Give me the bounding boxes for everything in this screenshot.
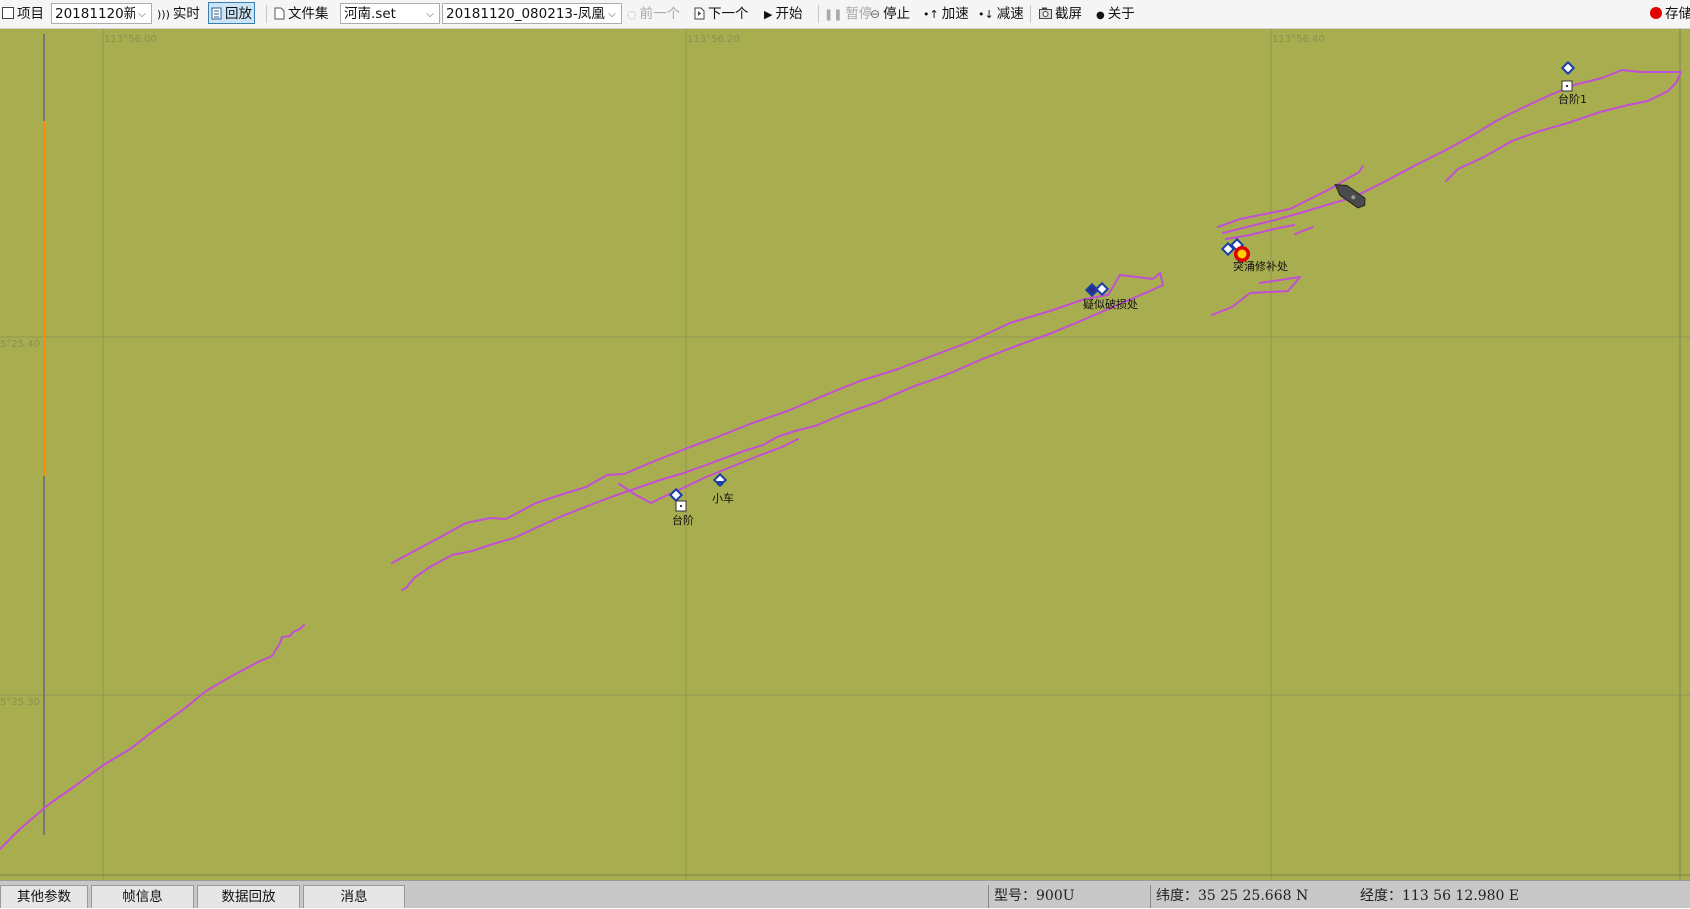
- speedup-button[interactable]: •↑ 加速: [923, 0, 969, 28]
- marker-repair[interactable]: 突涌修补处: [1220, 237, 1288, 273]
- playback-button[interactable]: 回放: [208, 2, 255, 24]
- lon-label: 113°56.20: [687, 34, 740, 45]
- screenshot-button[interactable]: 截屏: [1039, 0, 1082, 28]
- marker-step1[interactable]: 台阶1: [1558, 60, 1587, 106]
- prev-label: 前一个: [639, 6, 681, 22]
- map-view[interactable]: 113°56.00 113°56.20 113°56.40 5°25.40 5°…: [0, 29, 1690, 880]
- stop-icon: ⊖: [870, 7, 881, 21]
- set-select-value: 河南.set: [344, 6, 396, 22]
- camera-icon: [1039, 0, 1052, 28]
- marker-label: 台阶: [672, 513, 694, 527]
- prev-button[interactable]: ◌ 前一个: [627, 0, 680, 28]
- marker-label: 疑似破损处: [1083, 297, 1138, 311]
- statusbar: 其他参数 帧信息 数据回放 消息 型号：900U 纬度：35 25 25.668…: [0, 880, 1690, 908]
- marker-step[interactable]: 台阶: [668, 487, 694, 527]
- save-label: 存储: [1665, 6, 1690, 22]
- pause-label: 暂停: [845, 6, 873, 22]
- prev-icon: ◌: [627, 8, 637, 21]
- save-button[interactable]: 存储: [1650, 0, 1690, 28]
- file-icon: [274, 0, 285, 28]
- play-icon: ▶: [764, 8, 773, 21]
- toolbar: 项目 20181120新 ⌵ ))) 实时 回放 文件集 河南.set ⌵ 20…: [0, 0, 1690, 29]
- chevron-down-icon: ⌵: [605, 4, 619, 23]
- arrow-down-icon: •↓: [978, 8, 994, 21]
- marker-cart[interactable]: 小车: [712, 472, 734, 505]
- tab-other-params[interactable]: 其他参数: [0, 885, 88, 908]
- realtime-label: 实时: [172, 6, 200, 22]
- vessel-icon[interactable]: [1332, 180, 1368, 210]
- project-checkbox[interactable]: 项目: [2, 0, 44, 28]
- next-button[interactable]: 下一个: [694, 0, 749, 28]
- marker-label: 台阶1: [1558, 92, 1587, 106]
- map-grid: [0, 29, 1690, 880]
- tab-messages[interactable]: 消息: [303, 885, 405, 908]
- arrow-up-icon: •↑: [923, 8, 939, 21]
- about-button[interactable]: ● 关于: [1096, 0, 1135, 28]
- slowdown-button[interactable]: •↓ 减速: [978, 0, 1024, 28]
- document-icon: [211, 3, 222, 25]
- lat-label: 5°25.40: [0, 339, 40, 350]
- file-select[interactable]: 20181120_080213-凤凰l ⌵: [442, 3, 622, 24]
- start-button[interactable]: ▶ 开始: [764, 0, 802, 28]
- status-divider: [988, 885, 989, 908]
- playback-label: 回放: [225, 6, 252, 22]
- marker-label: 突涌修补处: [1233, 259, 1288, 273]
- project-select[interactable]: 20181120新 ⌵: [51, 3, 152, 24]
- next-icon: [694, 0, 705, 28]
- tab-data-playback[interactable]: 数据回放: [197, 885, 300, 908]
- pause-icon: ❚❚: [824, 8, 843, 21]
- status-divider: [1150, 885, 1151, 908]
- toolbar-separator: [1030, 5, 1031, 23]
- project-label: 项目: [17, 6, 44, 22]
- project-select-value: 20181120新: [55, 6, 138, 22]
- about-label: 关于: [1107, 6, 1135, 22]
- status-model: 型号：900U: [994, 888, 1075, 904]
- marker-suspect[interactable]: 疑似破损处: [1083, 281, 1138, 311]
- record-icon: [1650, 7, 1662, 19]
- realtime-button[interactable]: ))) 实时: [157, 0, 200, 28]
- status-longitude: 经度：113 56 12.980 E: [1360, 888, 1520, 904]
- map-canvas: 113°56.00 113°56.20 113°56.40 5°25.40 5°…: [0, 29, 1690, 880]
- tab-frame-info[interactable]: 帧信息: [91, 885, 194, 908]
- stop-button[interactable]: ⊖ 停止: [870, 0, 910, 28]
- lat-label: 5°25.30: [0, 697, 40, 708]
- checkbox-icon: [2, 7, 14, 19]
- chevron-down-icon: ⌵: [423, 4, 437, 23]
- fileset-button[interactable]: 文件集: [274, 0, 329, 28]
- toolbar-separator: [818, 5, 819, 23]
- stop-label: 停止: [883, 6, 911, 22]
- start-label: 开始: [775, 6, 803, 22]
- survey-track: [0, 69, 1682, 850]
- marker-label: 小车: [712, 491, 734, 505]
- screenshot-label: 截屏: [1055, 6, 1082, 22]
- pause-button[interactable]: ❚❚ 暂停: [824, 0, 872, 28]
- fileset-label: 文件集: [288, 6, 329, 22]
- lon-label: 113°56.00: [104, 34, 157, 45]
- chevron-down-icon: ⌵: [135, 4, 149, 23]
- signal-icon: ))): [157, 8, 170, 21]
- slowdown-label: 减速: [996, 6, 1024, 22]
- map-edge-ticks: [0, 29, 1690, 880]
- next-label: 下一个: [708, 6, 749, 22]
- file-select-value: 20181120_080213-凤凰l: [446, 6, 609, 22]
- set-select[interactable]: 河南.set ⌵: [340, 3, 440, 24]
- lon-label: 113°56.40: [1272, 34, 1325, 45]
- toolbar-separator: [266, 5, 267, 23]
- info-icon: ●: [1096, 10, 1105, 21]
- speedup-label: 加速: [941, 6, 969, 22]
- status-latitude: 纬度：35 25 25.668 N: [1156, 888, 1309, 904]
